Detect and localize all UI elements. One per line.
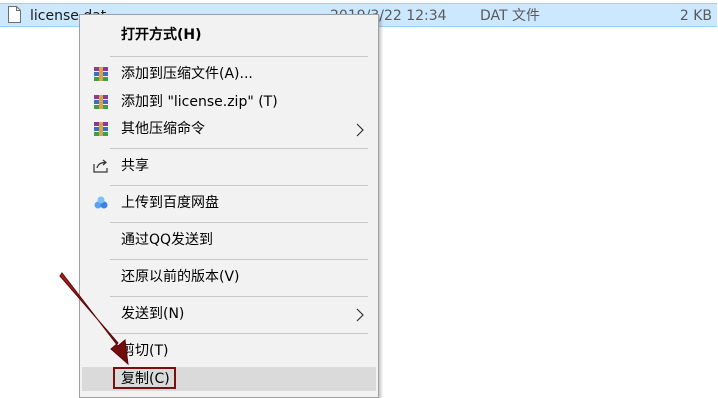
baidu-netdisk-icon	[94, 196, 108, 209]
menu-item-label: 添加到 "license.zip" (T)	[121, 94, 278, 110]
menu-item-label: 添加到压缩文件(A)...	[121, 66, 253, 82]
winrar-icon	[94, 122, 108, 136]
menu-item-restore-previous-versions[interactable]: 还原以前的版本(V)	[82, 265, 376, 289]
menu-item-label: 上传到百度网盘	[121, 195, 219, 211]
winrar-icon	[94, 95, 108, 109]
menu-item-label: 发送到(N)	[121, 306, 185, 322]
chevron-right-icon	[356, 308, 364, 322]
document-icon	[8, 6, 21, 23]
menu-separator	[110, 333, 368, 334]
menu-item-label: 打开方式(H)	[121, 27, 202, 43]
menu-item-label: 剪切(T)	[121, 343, 169, 359]
menu-separator	[110, 259, 368, 260]
menu-item-label: 还原以前的版本(V)	[121, 269, 240, 285]
menu-item-label: 复制(C)	[121, 371, 170, 387]
menu-item-copy[interactable]: 复制(C)	[82, 367, 376, 391]
menu-item-open-with[interactable]: 打开方式(H)	[82, 23, 376, 47]
menu-separator	[110, 222, 368, 223]
share-icon	[93, 159, 108, 173]
winrar-icon	[94, 67, 108, 81]
menu-separator	[110, 56, 368, 57]
menu-separator	[110, 296, 368, 297]
file-size: 2 KB	[679, 8, 712, 24]
menu-separator	[110, 185, 368, 186]
menu-item-label: 通过QQ发送到	[121, 232, 214, 248]
menu-item-label: 共享	[121, 158, 149, 174]
context-menu: 打开方式(H) 添加到压缩文件(A)... 添加到 "license.zip" …	[79, 14, 379, 398]
menu-separator	[110, 148, 368, 149]
menu-item-upload-baidu-netdisk[interactable]: 上传到百度网盘	[82, 191, 376, 215]
menu-item-send-to[interactable]: 发送到(N)	[82, 302, 376, 326]
menu-item-share[interactable]: 共享	[82, 154, 376, 178]
menu-item-other-compress-commands[interactable]: 其他压缩命令	[82, 117, 376, 141]
file-type: DAT 文件	[480, 8, 541, 24]
menu-item-send-via-qq[interactable]: 通过QQ发送到	[82, 228, 376, 252]
menu-item-label: 其他压缩命令	[121, 121, 205, 137]
chevron-right-icon	[356, 123, 364, 137]
menu-item-add-to-archive[interactable]: 添加到压缩文件(A)...	[82, 62, 376, 86]
menu-item-add-to-license-zip[interactable]: 添加到 "license.zip" (T)	[82, 90, 376, 114]
menu-item-cut[interactable]: 剪切(T)	[82, 339, 376, 363]
